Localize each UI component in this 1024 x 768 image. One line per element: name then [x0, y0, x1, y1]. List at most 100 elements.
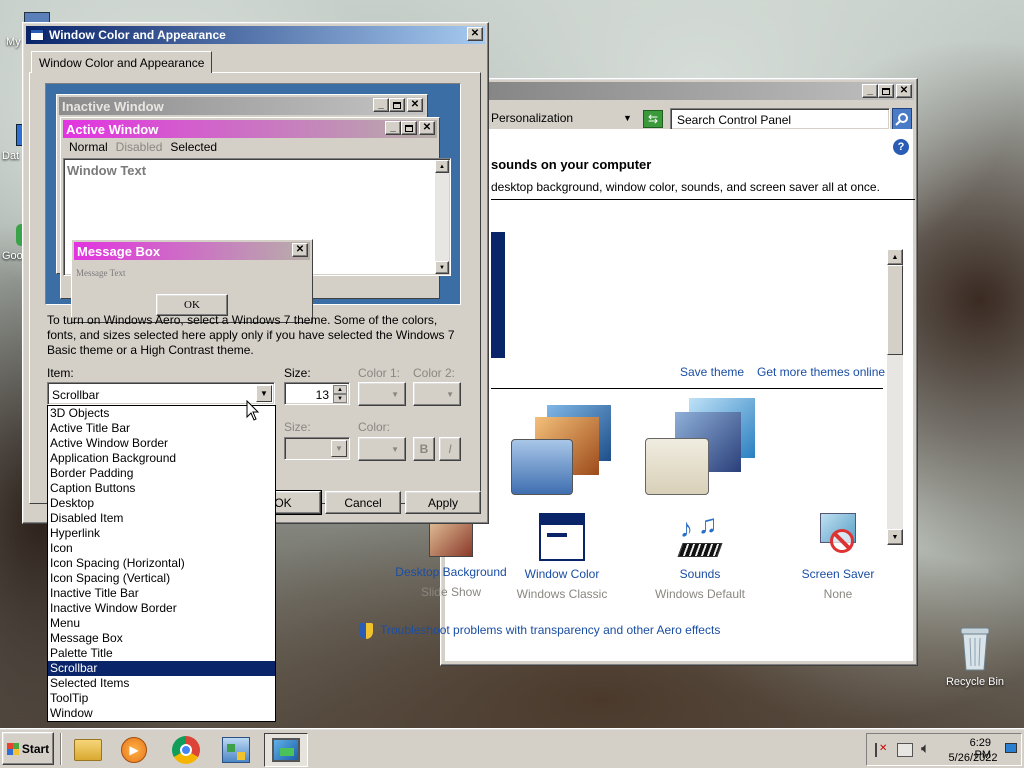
more-themes-link[interactable]: Get more themes online — [757, 365, 885, 379]
window-color-item[interactable]: Window Color Windows Classic — [497, 513, 627, 601]
preview-message-box[interactable]: Message Box ✕ Message Text OK — [71, 239, 313, 323]
preview-maximize-icon — [389, 98, 405, 112]
color2-label: Color 2: — [413, 366, 456, 380]
troubleshoot-link-row[interactable]: Troubleshoot problems with transparency … — [359, 623, 720, 639]
window-color-icon — [539, 513, 585, 561]
spin-down-icon[interactable]: ▼ — [333, 394, 347, 403]
scroll-thumb[interactable] — [887, 265, 903, 355]
address-dropdown-icon[interactable]: ▼ — [623, 113, 632, 123]
shield-icon — [359, 623, 373, 639]
sounds-item[interactable]: ♪ ♫ Sounds Windows Default — [635, 509, 765, 601]
minimize-button[interactable]: _ — [862, 84, 878, 98]
item-option[interactable]: Icon Spacing (Vertical) — [48, 571, 275, 586]
scroll-up-button[interactable]: ▲ — [887, 249, 903, 265]
search-input[interactable]: Search Control Panel — [677, 113, 791, 127]
item-option[interactable]: Message Box — [48, 631, 275, 646]
volume-icon[interactable]: 🔈︎ — [921, 740, 930, 757]
item-option[interactable]: Inactive Window Border — [48, 601, 275, 616]
item-option[interactable]: Disabled Item — [48, 511, 275, 526]
font-size-combobox[interactable]: ▼ — [284, 437, 350, 460]
item-option[interactable]: Menu — [48, 616, 275, 631]
item-combobox[interactable]: Scrollbar ▼ — [47, 382, 275, 405]
item-option[interactable]: Icon Spacing (Horizontal) — [48, 556, 275, 571]
start-button[interactable]: Start — [2, 732, 54, 765]
system-tray: ✕ 🔈︎ 6:29 PM 5/26/2022 — [866, 733, 1022, 766]
taskbar-control-panel[interactable] — [214, 733, 258, 767]
minimize-icon: _ — [867, 85, 873, 96]
control-panel-icon — [222, 737, 250, 763]
bold-button[interactable]: B — [413, 437, 435, 461]
cancel-button[interactable]: Cancel — [325, 491, 401, 514]
item-option[interactable]: Active Window Border — [48, 436, 275, 451]
item-option[interactable]: ToolTip — [48, 691, 275, 706]
desktop-icon-recycle-bin[interactable]: Recycle Bin — [942, 626, 1008, 688]
sounds-icon: ♪ ♫ — [676, 509, 724, 559]
search-box[interactable]: Search Control Panel — [670, 108, 890, 130]
preview-scrollbar: ▲ ▼ — [435, 160, 449, 274]
item-value: Scrollbar — [52, 388, 100, 402]
apply-button[interactable]: Apply — [405, 491, 481, 514]
clock-date[interactable]: 5/26/2022 — [945, 752, 1001, 764]
personalization-content: ? sounds on your computer desktop backgr… — [359, 129, 915, 661]
address-breadcrumb[interactable]: Personalization — [491, 111, 573, 125]
item-option[interactable]: Scrollbar — [48, 661, 275, 676]
mouse-cursor-icon — [246, 400, 260, 421]
dialog-close-button[interactable]: ✕ — [467, 27, 483, 41]
color2-picker[interactable]: ▼ — [413, 382, 461, 406]
save-theme-link[interactable]: Save theme — [680, 365, 744, 379]
item-option[interactable]: Palette Title — [48, 646, 275, 661]
taskbar-chrome[interactable] — [164, 733, 208, 767]
refresh-button[interactable]: ⇆ — [643, 110, 663, 128]
screen-saver-item[interactable]: Screen Saver None — [773, 513, 903, 601]
preview-arrow-down-icon: ▼ — [435, 261, 449, 274]
preview-arrow-up-icon: ▲ — [435, 160, 449, 173]
aero-info-text: To turn on Windows Aero, select a Window… — [47, 313, 455, 357]
taskbar-explorer[interactable] — [66, 733, 110, 767]
network-icon[interactable] — [897, 743, 913, 757]
close-button[interactable]: ✕ — [896, 84, 912, 98]
theme-thumbnail-landscapes[interactable] — [511, 405, 621, 495]
page-heading: sounds on your computer — [491, 157, 652, 172]
chevron-down-icon: ▼ — [446, 389, 454, 399]
item-option[interactable]: Active Title Bar — [48, 421, 275, 436]
theme-thumbnail-partial[interactable] — [491, 232, 505, 358]
item-option[interactable]: Application Background — [48, 451, 275, 466]
spin-up-icon[interactable]: ▲ — [333, 385, 347, 394]
item-option[interactable]: 3D Objects — [48, 406, 275, 421]
taskbar-media-player[interactable]: ▶ — [112, 733, 156, 767]
item-option[interactable]: Hyperlink — [48, 526, 275, 541]
item-option[interactable]: Selected Items — [48, 676, 275, 691]
color1-label: Color 1: — [358, 366, 401, 380]
item-option[interactable]: Icon — [48, 541, 275, 556]
item-option[interactable]: Border Padding — [48, 466, 275, 481]
chevron-down-icon: ▼ — [391, 389, 399, 399]
item-option[interactable]: Desktop — [48, 496, 275, 511]
page-subheading: desktop background, window color, sounds… — [491, 180, 880, 194]
action-center-icon[interactable]: ✕ — [875, 743, 887, 757]
search-icon — [895, 113, 908, 126]
arrow-up-icon: ▲ — [891, 253, 899, 261]
tab-window-color[interactable]: Window Color and Appearance — [31, 51, 213, 73]
personalization-window: _ ✕ Personalization ▼ ⇆ Search Control P… — [359, 78, 918, 666]
theme-thumbnail-nature[interactable] — [645, 398, 765, 495]
search-button[interactable] — [892, 108, 912, 130]
item-option[interactable]: Caption Buttons — [48, 481, 275, 496]
size-spinner[interactable]: 13 ▲ ▼ — [284, 382, 350, 405]
preview-menu: Normal Disabled Selected — [65, 140, 221, 156]
appearance-preview[interactable]: Inactive Window _ ✕ Active Window _ ✕ No… — [45, 83, 461, 323]
color1-picker[interactable]: ▼ — [358, 382, 406, 406]
font-color-picker[interactable]: ▼ — [358, 437, 406, 461]
preview-menu-selected: Selected — [170, 140, 218, 154]
themes-scrollbar[interactable]: ▲ ▼ — [887, 249, 903, 545]
show-desktop-icon[interactable] — [1005, 743, 1017, 753]
font-size-dropdown-button[interactable]: ▼ — [331, 440, 347, 457]
item-label: Item: — [47, 366, 74, 380]
maximize-button[interactable] — [878, 84, 894, 98]
item-option[interactable]: Inactive Title Bar — [48, 586, 275, 601]
help-icon[interactable]: ? — [893, 139, 909, 155]
chrome-icon — [172, 736, 200, 764]
taskbar-window-color[interactable] — [264, 733, 308, 767]
item-option[interactable]: Window — [48, 706, 275, 721]
italic-button[interactable]: I — [439, 437, 461, 461]
item-dropdown-list[interactable]: 3D Objects Active Title Bar Active Window … — [47, 405, 276, 722]
